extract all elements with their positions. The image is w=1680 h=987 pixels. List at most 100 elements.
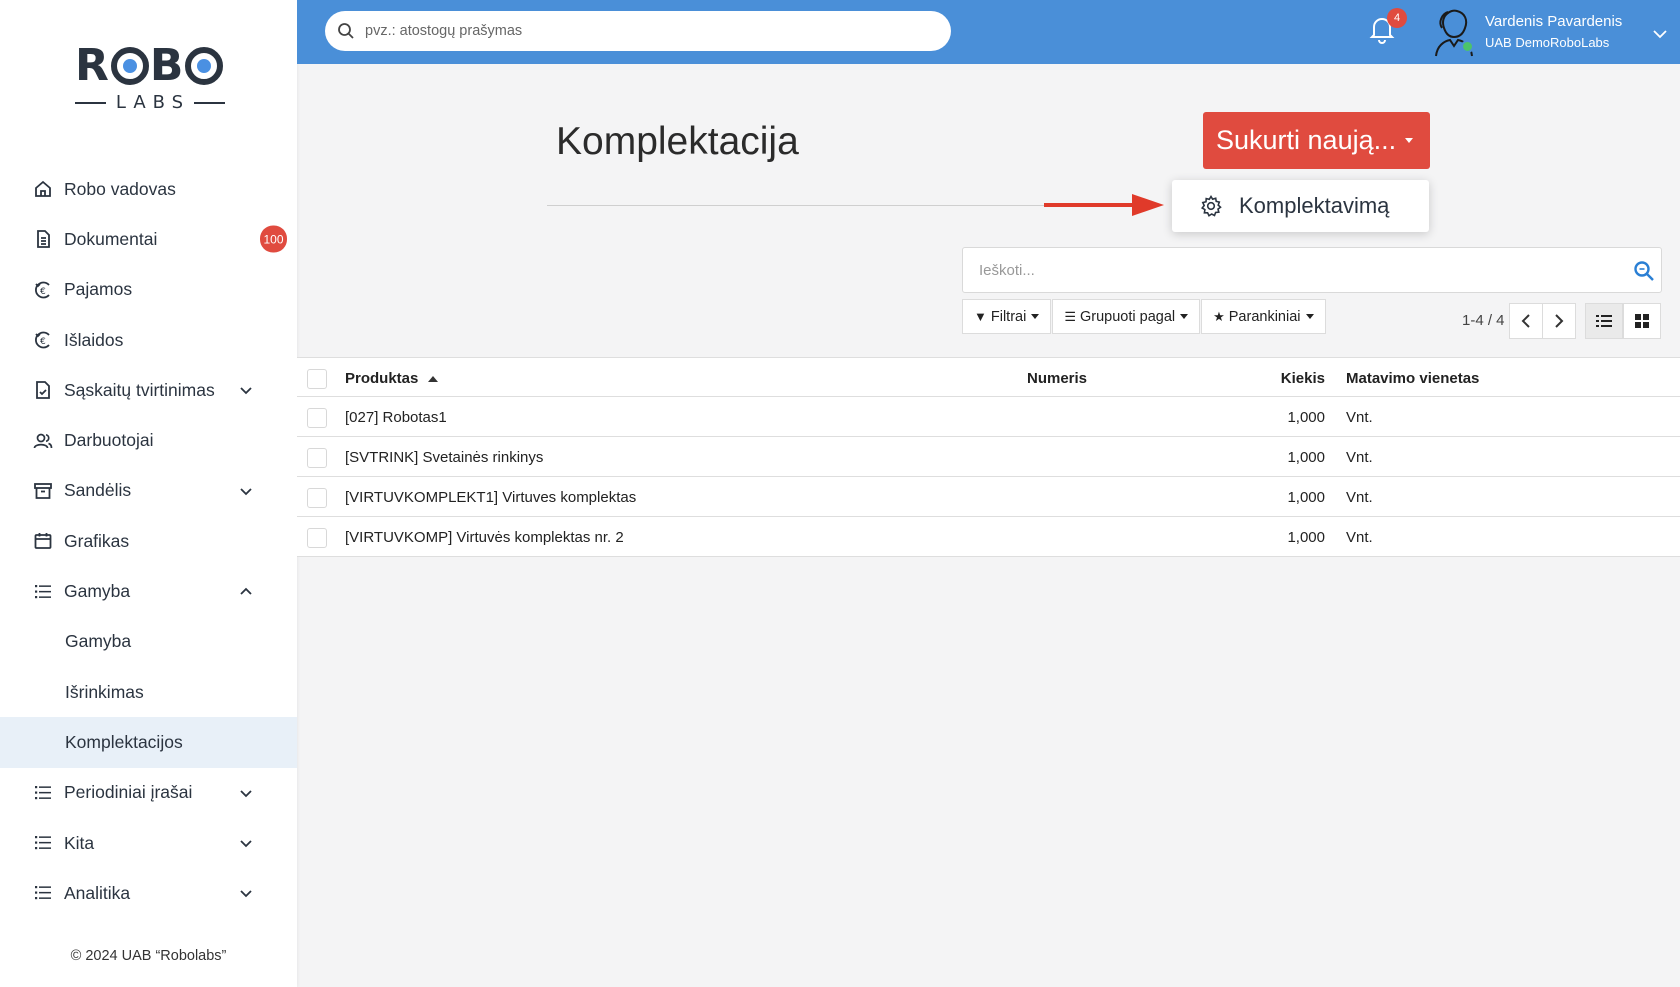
search-icon — [338, 23, 354, 39]
sidebar-item-label: Komplektacijos — [65, 731, 183, 752]
favorites-label: Parankiniai — [1228, 308, 1301, 325]
table-row[interactable]: [VIRTUVKOMP] Virtuvės komplektas nr. 2 1… — [297, 517, 1680, 557]
svg-text:€: € — [40, 287, 46, 297]
column-header-label: Produktas — [345, 370, 419, 387]
sidebar-nav: Robo vadovas Dokumentai 100 € Pajamos € … — [0, 164, 297, 918]
caret-down-icon — [1031, 314, 1040, 319]
chevron-down-icon[interactable] — [239, 836, 253, 850]
topbar: 4 Vardenis Pavardenis UAB DemoRoboLabs — [297, 0, 1680, 64]
favorites-button[interactable]: ★ Parankiniai — [1201, 299, 1326, 334]
caret-down-icon — [1405, 138, 1414, 143]
list-table: Produktas Numeris Kiekis Matavimo vienet… — [297, 357, 1680, 557]
sidebar-subitem-komplektacijos[interactable]: Komplektacijos — [0, 717, 297, 768]
euro-icon: € — [33, 280, 53, 300]
users-icon — [33, 431, 53, 451]
sidebar-item-periodiniai-irasai[interactable]: Periodiniai įrašai — [0, 768, 297, 818]
global-search-input[interactable] — [365, 23, 925, 39]
group-by-button[interactable]: ☰ Grupuoti pagal — [1052, 299, 1201, 334]
robolabs-logo[interactable]: RB LABS — [75, 42, 225, 118]
list-view-icon — [1596, 315, 1612, 327]
sidebar-item-label: Išrinkimas — [65, 681, 144, 702]
pager-previous-button[interactable] — [1509, 303, 1543, 339]
sidebar-item-sandelis[interactable]: Sandėlis — [0, 466, 297, 516]
table-row[interactable]: [VIRTUVKOMPLEKT1] Virtuves komplektas 1,… — [297, 477, 1680, 517]
chevron-down-icon[interactable] — [239, 786, 253, 800]
logo-sub-text: LABS — [115, 92, 191, 113]
column-header-product[interactable]: Produktas — [345, 370, 439, 387]
pager-next-button[interactable] — [1542, 303, 1576, 339]
column-header-quantity[interactable]: Kiekis — [1281, 370, 1325, 387]
user-company: UAB DemoRoboLabs — [1485, 35, 1610, 50]
sidebar-item-robo-vadovas[interactable]: Robo vadovas — [0, 164, 297, 214]
search-icon[interactable] — [1633, 260, 1655, 282]
kanban-view-button[interactable] — [1623, 303, 1661, 339]
list-icon — [33, 883, 53, 903]
pager-value[interactable]: 1-4 / 4 — [1462, 312, 1505, 329]
sidebar: RB LABS Robo vadovas Dokumentai 100 € Pa… — [0, 0, 297, 987]
dropdown-item-label: Komplektavimą — [1239, 193, 1390, 218]
filters-button[interactable]: ▼ Filtrai — [962, 299, 1052, 334]
chevron-down-icon[interactable] — [239, 383, 253, 397]
global-search[interactable] — [325, 11, 951, 51]
chevron-left-icon — [1521, 314, 1530, 328]
filters-label: Filtrai — [990, 308, 1027, 325]
sidebar-item-label: Robo vadovas — [64, 178, 176, 199]
chevron-down-icon[interactable] — [239, 886, 253, 900]
chevron-down-icon[interactable] — [1652, 26, 1668, 42]
sidebar-item-analitika[interactable]: Analitika — [0, 868, 297, 918]
sidebar-item-gamyba[interactable]: Gamyba — [0, 566, 297, 616]
row-checkbox[interactable] — [307, 528, 327, 548]
row-checkbox[interactable] — [307, 488, 327, 508]
select-all-checkbox[interactable] — [307, 369, 327, 389]
cell-product: [VIRTUVKOMP] Virtuvės komplektas nr. 2 — [345, 529, 624, 546]
sidebar-item-pajamos[interactable]: € Pajamos — [0, 265, 297, 315]
cell-quantity: 1,000 — [1287, 489, 1325, 506]
cell-quantity: 1,000 — [1287, 449, 1325, 466]
grid-view-icon — [1635, 314, 1649, 328]
online-status-dot — [1461, 40, 1474, 53]
sidebar-item-grafikas[interactable]: Grafikas — [0, 516, 297, 566]
list-search[interactable] — [962, 247, 1662, 293]
cell-unit: Vnt. — [1346, 449, 1373, 466]
filter-icon: ▼ — [974, 309, 987, 324]
sort-ascending-icon — [428, 376, 439, 383]
column-header-unit[interactable]: Matavimo vienetas — [1346, 370, 1479, 387]
cell-unit: Vnt. — [1346, 529, 1373, 546]
sidebar-item-label: Periodiniai įrašai — [64, 782, 193, 803]
caret-down-icon — [1305, 314, 1314, 319]
documents-count-badge: 100 — [260, 225, 287, 253]
cell-product: [SVTRINK] Svetainės rinkinys — [345, 449, 544, 466]
sidebar-item-dokumentai[interactable]: Dokumentai 100 — [0, 214, 297, 264]
star-icon: ★ — [1213, 308, 1225, 324]
row-checkbox[interactable] — [307, 448, 327, 468]
sidebar-subitem-isrinkimas[interactable]: Išrinkimas — [0, 667, 297, 717]
chevron-down-icon[interactable] — [239, 484, 253, 498]
logo-sub: LABS — [75, 92, 225, 113]
notifications-button[interactable]: 4 — [1367, 8, 1407, 50]
gear-icon — [1201, 194, 1222, 217]
table-row[interactable]: [027] Robotas1 1,000 Vnt. — [297, 397, 1680, 437]
list-search-input[interactable] — [979, 261, 1609, 279]
chevron-up-icon[interactable] — [239, 585, 253, 599]
list-view-button[interactable] — [1585, 303, 1623, 339]
sidebar-item-islaidos[interactable]: € Išlaidos — [0, 315, 297, 365]
sidebar-item-darbuotojai[interactable]: Darbuotojai — [0, 415, 297, 465]
table-row[interactable]: [SVTRINK] Svetainės rinkinys 1,000 Vnt. — [297, 437, 1680, 477]
dropdown-item-komplektavima[interactable]: Komplektavimą — [1172, 180, 1429, 232]
pointer-arrow-icon — [1044, 194, 1164, 216]
chevron-right-icon — [1555, 314, 1564, 328]
sidebar-subitem-gamyba[interactable]: Gamyba — [0, 617, 297, 667]
sidebar-item-label: Pajamos — [64, 279, 133, 300]
sidebar-item-label: Sandėlis — [64, 480, 132, 501]
user-menu[interactable]: Vardenis Pavardenis UAB DemoRoboLabs — [1432, 6, 1672, 58]
sidebar-item-saskaitu-tvirtinimas[interactable]: Sąskaitų tvirtinimas — [0, 365, 297, 415]
document-icon — [33, 229, 53, 249]
document-check-icon — [33, 380, 53, 400]
column-header-number[interactable]: Numeris — [1027, 370, 1087, 387]
row-checkbox[interactable] — [307, 408, 327, 428]
create-new-button[interactable]: Sukurti naują... — [1203, 112, 1430, 169]
sidebar-item-kita[interactable]: Kita — [0, 818, 297, 868]
calendar-icon — [33, 531, 53, 551]
create-new-label: Sukurti naują... — [1216, 125, 1397, 155]
cell-product: [VIRTUVKOMPLEKT1] Virtuves komplektas — [345, 489, 637, 506]
